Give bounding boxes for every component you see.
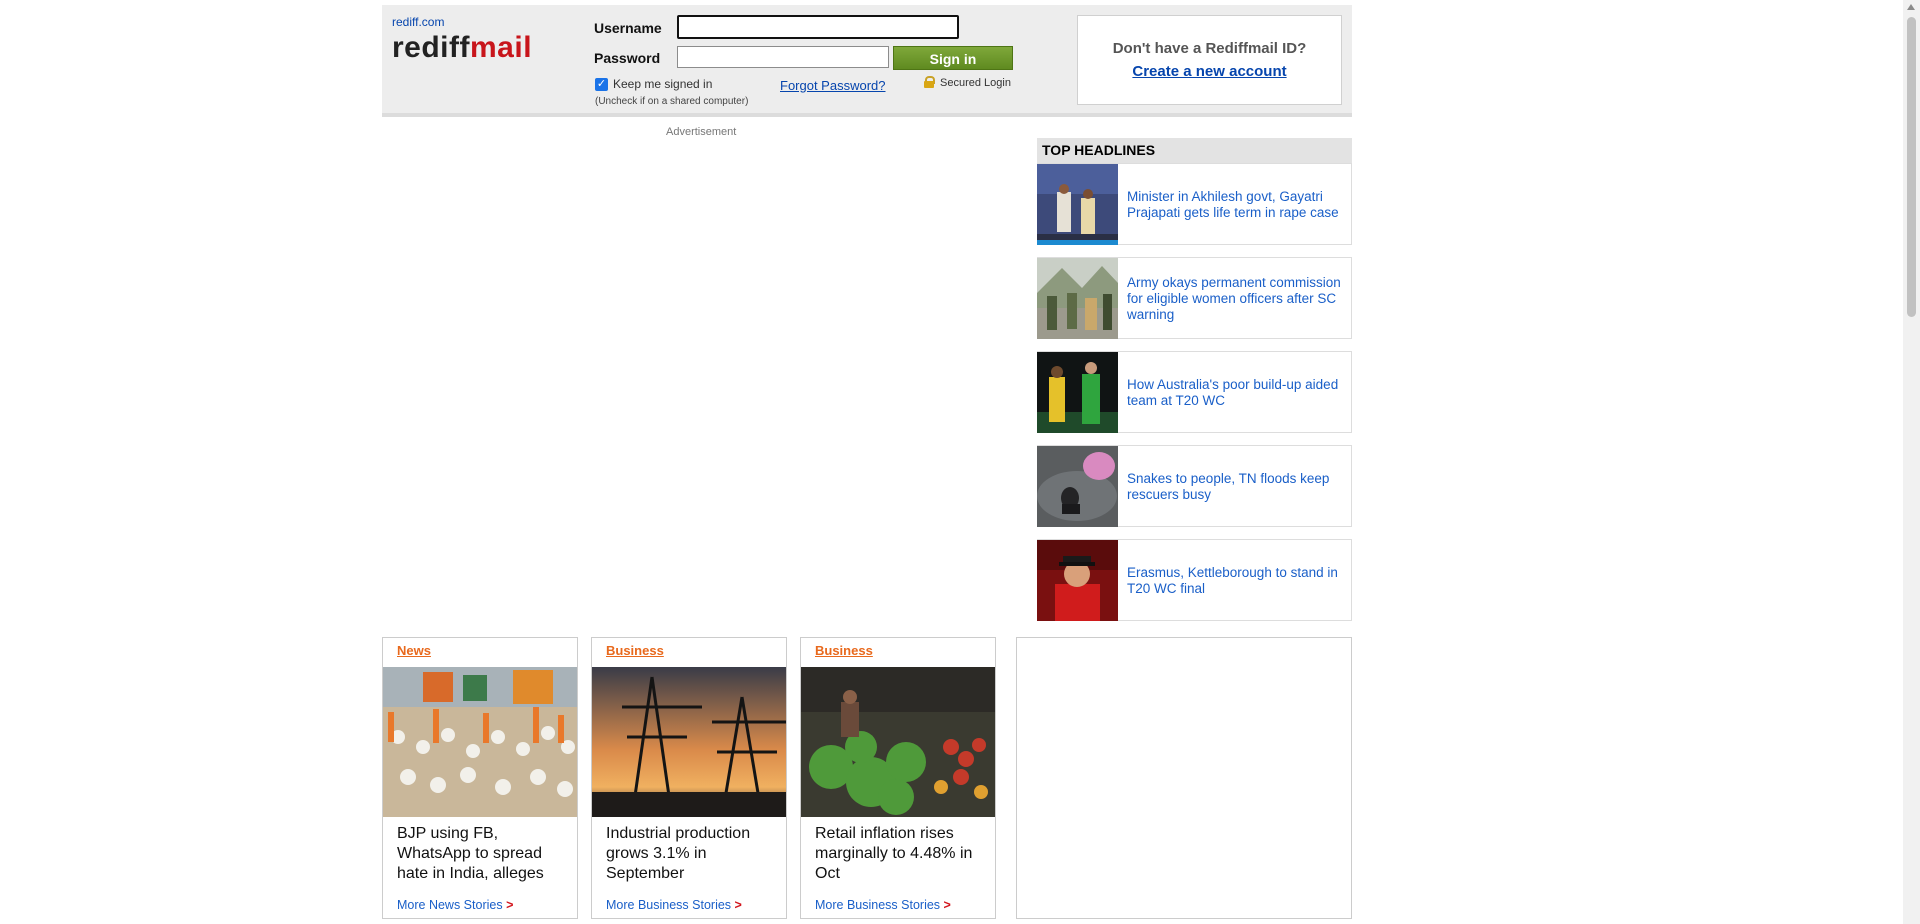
sign-in-button[interactable]: Sign in (893, 46, 1013, 70)
password-label: Password (594, 50, 661, 66)
story-category-link[interactable]: News (397, 643, 431, 658)
headline-link[interactable]: How Australia's poor build-up aided team… (1127, 352, 1342, 433)
top-headlines: TOP HEADLINES Minister in Akhilesh govt,… (1037, 138, 1352, 633)
keep-signed-in-label: Keep me signed in (613, 77, 713, 91)
headline-thumbnail[interactable] (1037, 540, 1118, 621)
forgot-password-link[interactable]: Forgot Password? (780, 78, 886, 93)
story-category-link[interactable]: Business (606, 643, 664, 658)
rediffmail-logo: rediffmail (392, 31, 533, 64)
ad-box (1016, 637, 1352, 919)
headline-item[interactable]: Snakes to people, TN floods keep rescuer… (1037, 445, 1352, 527)
password-input[interactable] (677, 46, 889, 68)
scrollbar-thumb[interactable] (1907, 17, 1916, 317)
headline-link[interactable]: Minister in Akhilesh govt, Gayatri Praja… (1127, 164, 1342, 245)
arrow-icon: > (943, 898, 951, 912)
signup-box: Don't have a Rediffmail ID? Create a new… (1077, 15, 1342, 105)
headline-link[interactable]: Erasmus, Kettleborough to stand in T20 W… (1127, 540, 1342, 621)
story-card: News BJP using FB, WhatsApp to spread ha… (382, 637, 578, 919)
story-category-link[interactable]: Business (815, 643, 873, 658)
story-card: Business Industrial production grows 3.1… (591, 637, 787, 919)
more-stories-link[interactable]: More News Stories > (397, 898, 513, 912)
headline-thumbnail[interactable] (1037, 164, 1118, 245)
login-header: rediff.com rediffmail Username Password … (382, 5, 1352, 117)
story-title[interactable]: Retail inflation rises marginally to 4.4… (815, 824, 987, 884)
lock-icon (924, 76, 935, 88)
more-stories-link[interactable]: More Business Stories > (606, 898, 742, 912)
story-title[interactable]: Industrial production grows 3.1% in Sept… (606, 824, 778, 884)
arrow-icon: > (734, 898, 742, 912)
advertisement-label: Advertisement (666, 126, 737, 138)
create-account-link[interactable]: Create a new account (1132, 63, 1286, 80)
page-scrollbar[interactable] (1903, 0, 1920, 924)
headline-thumbnail[interactable] (1037, 258, 1118, 339)
story-title[interactable]: BJP using FB, WhatsApp to spread hate in… (397, 824, 569, 884)
secured-login-label: Secured Login (940, 77, 1011, 89)
more-stories-link[interactable]: More Business Stories > (815, 898, 951, 912)
keep-signed-in-checkbox[interactable]: ✓ (595, 78, 608, 91)
rediff-home-link[interactable]: rediff.com (392, 15, 444, 29)
story-card: Business Retail inflation rises marginal… (800, 637, 996, 919)
headline-item[interactable]: Army okays permanent commission for elig… (1037, 257, 1352, 339)
headline-thumbnail[interactable] (1037, 352, 1118, 433)
headline-thumbnail[interactable] (1037, 446, 1118, 527)
arrow-icon: > (506, 898, 514, 912)
story-image[interactable] (592, 667, 786, 817)
headline-link[interactable]: Army okays permanent commission for elig… (1127, 258, 1342, 339)
top-headlines-title: TOP HEADLINES (1037, 138, 1352, 163)
headline-item[interactable]: Erasmus, Kettleborough to stand in T20 W… (1037, 539, 1352, 621)
headline-item[interactable]: How Australia's poor build-up aided team… (1037, 351, 1352, 433)
story-image[interactable] (801, 667, 995, 817)
story-image[interactable] (383, 667, 577, 817)
shared-computer-note: (Uncheck if on a shared computer) (595, 96, 749, 107)
headline-link[interactable]: Snakes to people, TN floods keep rescuer… (1127, 446, 1342, 527)
headline-item[interactable]: Minister in Akhilesh govt, Gayatri Praja… (1037, 163, 1352, 245)
signup-question: Don't have a Rediffmail ID? (1112, 40, 1307, 57)
username-label: Username (594, 20, 662, 36)
username-input[interactable] (677, 15, 959, 39)
scroll-up-arrow-icon[interactable] (1907, 4, 1915, 10)
